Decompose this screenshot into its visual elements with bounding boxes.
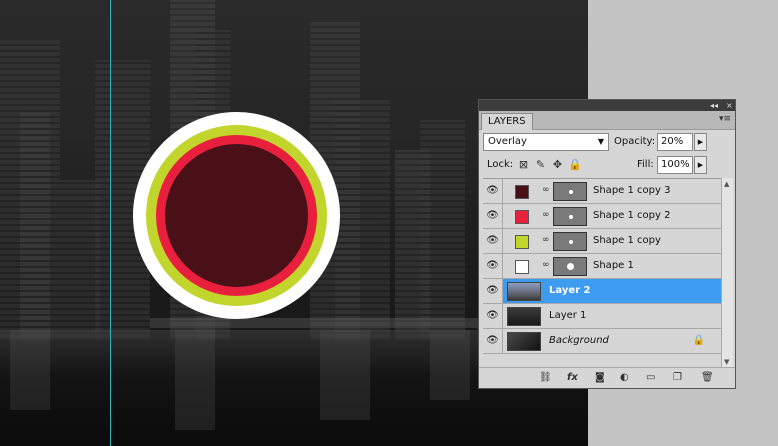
new-layer-icon[interactable]: ❐: [673, 371, 682, 385]
layer-thumbnail[interactable]: [507, 332, 541, 351]
layer-row[interactable]: 👁 Layer 1: [483, 304, 721, 329]
layers-list: 👁 ∞ Shape 1 copy 3 👁 ∞ Shape 1 copy 2 👁 …: [483, 178, 721, 369]
fill-slider-toggle[interactable]: ▶: [694, 156, 707, 174]
lock-position-icon[interactable]: ✥: [551, 158, 564, 171]
panel-footer: ⛓ fx ◙ ◐ ▭ ❐ 🗑: [479, 367, 735, 388]
lock-label: Lock:: [487, 159, 514, 170]
dropdown-arrow-icon: ▼: [597, 137, 604, 146]
layer-row[interactable]: 👁 ∞ Shape 1 copy 3: [483, 179, 721, 204]
layer-color-swatch[interactable]: [515, 235, 529, 249]
layer-row[interactable]: 👁 ∞ Shape 1: [483, 254, 721, 279]
group-folder-icon[interactable]: ▭: [646, 371, 655, 385]
fx-icon[interactable]: fx: [567, 371, 578, 385]
link-layers-icon[interactable]: ⛓: [539, 371, 552, 385]
vector-mask-thumbnail[interactable]: [553, 232, 587, 251]
layer-name: Shape 1: [593, 260, 634, 271]
blend-mode-select[interactable]: Overlay ▼: [483, 133, 609, 151]
layer-color-swatch[interactable]: [515, 260, 529, 274]
maroon-core: [165, 144, 308, 287]
layer-name: Shape 1 copy 2: [593, 210, 671, 221]
building: [420, 120, 465, 340]
layer-row[interactable]: 👁 Background 🔒: [483, 329, 721, 354]
layers-scrollbar[interactable]: ▲ ▼: [721, 178, 733, 368]
lock-transparency-icon[interactable]: ⊠: [517, 158, 530, 171]
lock-fill-row: Lock: ⊠ ✎ ✥ 🔒 Fill: 100% ▶: [483, 156, 731, 176]
layer-name: Layer 1: [549, 310, 587, 321]
layer-name: Layer 2: [549, 285, 591, 296]
opacity-label: Opacity:: [614, 136, 656, 147]
eye-icon[interactable]: 👁: [483, 254, 503, 278]
building: [20, 110, 50, 340]
chain-link-icon[interactable]: ∞: [542, 185, 550, 195]
panel-title-bar[interactable]: ◂◂ ×: [479, 100, 735, 111]
scroll-up-icon[interactable]: ▲: [724, 180, 729, 188]
chain-link-icon[interactable]: ∞: [542, 210, 550, 220]
adjustment-layer-icon[interactable]: ◐: [620, 371, 629, 385]
padlock-icon: 🔒: [692, 335, 705, 346]
building: [335, 100, 390, 340]
eye-icon[interactable]: 👁: [483, 204, 503, 228]
lock-all-icon[interactable]: 🔒: [568, 158, 582, 171]
chain-link-icon[interactable]: ∞: [542, 260, 550, 270]
layer-row[interactable]: 👁 ∞ Shape 1 copy: [483, 229, 721, 254]
panel-tab-bar: LAYERS ▾≡: [479, 111, 735, 130]
eye-icon[interactable]: 👁: [483, 229, 503, 253]
add-mask-icon[interactable]: ◙: [595, 371, 605, 385]
eye-icon[interactable]: 👁: [483, 279, 503, 303]
panel-menu-icon[interactable]: ▾≡: [719, 114, 731, 124]
guide-line[interactable]: [110, 0, 111, 446]
layer-name: Shape 1 copy: [593, 235, 661, 246]
collapse-panel-button[interactable]: ◂◂: [710, 100, 718, 111]
eye-icon[interactable]: 👁: [483, 304, 503, 328]
layer-thumbnail[interactable]: [507, 282, 541, 301]
vector-mask-thumbnail[interactable]: [553, 182, 587, 201]
layer-color-swatch[interactable]: [515, 185, 529, 199]
chain-link-icon[interactable]: ∞: [542, 235, 550, 245]
tab-layers[interactable]: LAYERS: [481, 113, 533, 130]
eye-icon[interactable]: 👁: [483, 179, 503, 203]
close-panel-button[interactable]: ×: [726, 100, 733, 111]
layers-panel: ◂◂ × LAYERS ▾≡ Overlay ▼ Opacity: 20% ▶ …: [478, 99, 736, 389]
layer-thumbnail[interactable]: [507, 307, 541, 326]
blend-opacity-row: Overlay ▼ Opacity: 20% ▶: [483, 133, 731, 153]
fill-input[interactable]: 100%: [657, 156, 693, 174]
layer-name: Shape 1 copy 3: [593, 185, 671, 196]
layer-name: Background: [549, 335, 609, 346]
lock-image-icon[interactable]: ✎: [534, 158, 547, 171]
layer-row[interactable]: 👁 ∞ Shape 1 copy 2: [483, 204, 721, 229]
vector-mask-thumbnail[interactable]: [553, 257, 587, 276]
layer-color-swatch[interactable]: [515, 210, 529, 224]
layer-row-selected[interactable]: 👁 Layer 2: [483, 279, 721, 304]
fill-label: Fill:: [637, 159, 654, 170]
building: [60, 180, 100, 340]
vector-mask-thumbnail[interactable]: [553, 207, 587, 226]
opacity-slider-toggle[interactable]: ▶: [694, 133, 707, 151]
trash-icon[interactable]: 🗑: [701, 371, 714, 385]
eye-icon[interactable]: 👁: [483, 329, 503, 353]
blend-mode-value: Overlay: [488, 136, 527, 147]
scroll-down-icon[interactable]: ▼: [724, 358, 729, 366]
opacity-input[interactable]: 20%: [657, 133, 693, 151]
